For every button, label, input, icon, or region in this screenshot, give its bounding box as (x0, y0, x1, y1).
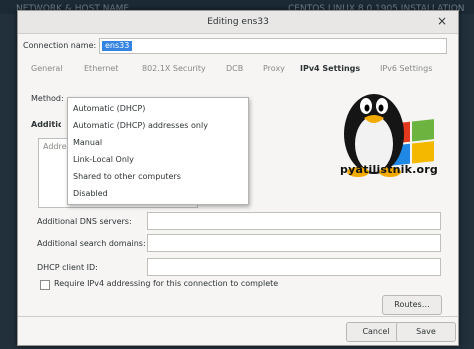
require-ipv4-checkbox[interactable] (40, 280, 50, 290)
additional-addresses-label: Additional (31, 120, 61, 129)
dns-servers-label: Additional DNS servers: (37, 217, 132, 226)
method-dropdown-menu: Automatic (DHCP) Automatic (DHCP) addres… (67, 97, 249, 205)
tab-ethernet[interactable]: Ethernet (84, 60, 118, 77)
menu-item-shared[interactable]: Shared to other computers (73, 172, 181, 181)
tab-dcb[interactable]: DCB (226, 60, 243, 77)
connection-name-value: ens33 (102, 41, 133, 51)
search-domains-input[interactable] (147, 234, 441, 252)
dialog-title: Editing ens33 (207, 17, 269, 27)
footer-divider (18, 316, 458, 317)
require-ipv4-label: Require IPv4 addressing for this connect… (54, 279, 279, 288)
menu-item-dhcp-addresses-only[interactable]: Automatic (DHCP) addresses only (73, 121, 208, 130)
dialog-titlebar: Editing ens33 × (18, 11, 458, 34)
tab-8021x-security[interactable]: 802.1X Security (142, 60, 206, 77)
search-domains-label: Additional search domains: (37, 239, 146, 248)
address-column-header: Address (43, 142, 69, 151)
routes-button[interactable]: Routes… (382, 295, 442, 315)
connection-name-label: Connection name: (23, 41, 97, 50)
dhcp-client-id-input[interactable] (147, 258, 441, 276)
method-label: Method: (31, 94, 64, 103)
dhcp-client-id-label: DHCP client ID: (37, 263, 98, 272)
tab-general[interactable]: General (31, 60, 63, 77)
connection-name-input[interactable]: ens33 (99, 38, 447, 54)
tab-proxy[interactable]: Proxy (263, 60, 285, 77)
menu-item-link-local-only[interactable]: Link-Local Only (73, 155, 134, 164)
close-icon[interactable]: × (437, 14, 447, 28)
dns-servers-input[interactable] (147, 212, 441, 230)
menu-item-disabled[interactable]: Disabled (73, 189, 108, 198)
watermark-text: pyatilistnik.org (340, 163, 438, 176)
save-button[interactable]: Save (396, 322, 456, 342)
menu-item-manual[interactable]: Manual (73, 138, 102, 147)
menu-item-automatic-dhcp[interactable]: Automatic (DHCP) (73, 104, 145, 113)
